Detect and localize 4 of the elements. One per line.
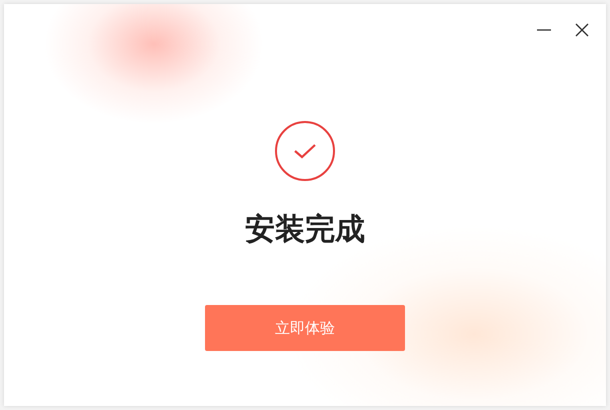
close-icon[interactable] (574, 22, 590, 38)
try-now-button[interactable]: 立即体验 (205, 305, 405, 351)
completion-heading: 安装完成 (245, 211, 365, 249)
checkmark-circle-icon (274, 120, 336, 182)
